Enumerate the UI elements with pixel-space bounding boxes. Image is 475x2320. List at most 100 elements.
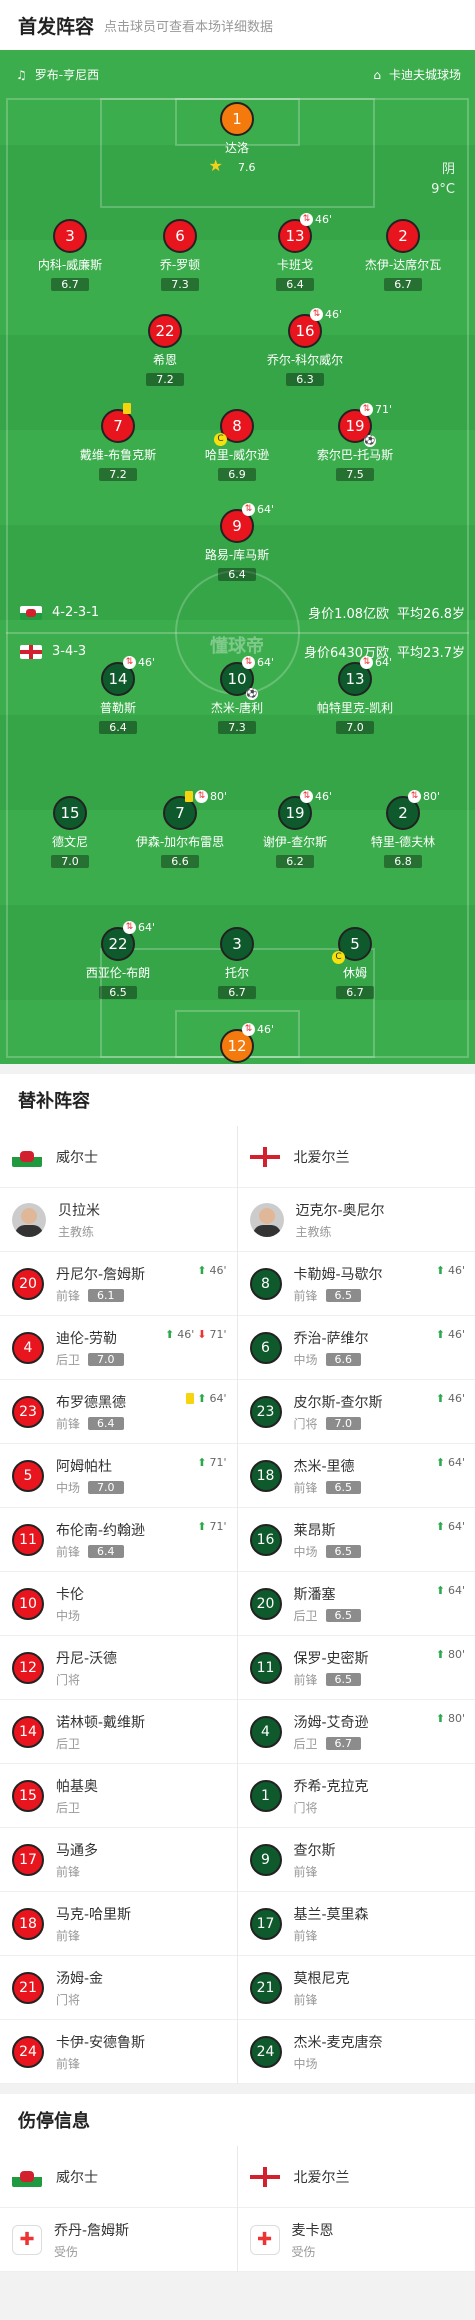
stadium-icon: ⌂ (373, 68, 381, 82)
sub-player-row[interactable]: 12丹尼-沃德门将 (0, 1636, 237, 1700)
sub-player-row[interactable]: 24卡伊-安德鲁斯前锋 (0, 2020, 237, 2084)
injury-row[interactable]: ✚麦卡恩受伤 (238, 2208, 475, 2272)
event-markers: ⇅64' (360, 656, 392, 669)
sub-player-row[interactable]: 1乔希-克拉克门将 (238, 1764, 475, 1828)
rating-wrap: 6.2 (240, 850, 350, 869)
sub-player-row[interactable]: 16莱昂斯中场6.5⬆64' (238, 1508, 475, 1572)
event-markers: ⇅71' (360, 403, 392, 416)
player-position: 前锋 (56, 2055, 80, 2072)
jersey-number: 1 (250, 1780, 282, 1812)
sub-player-row[interactable]: 15帕基奥后卫 (0, 1764, 237, 1828)
injury-row[interactable]: ✚乔丹-詹姆斯受伤 (0, 2208, 237, 2272)
player-rating: 6.6 (161, 855, 199, 868)
away-coach[interactable]: 迈克尔-奥尼尔主教练 (238, 1188, 475, 1252)
home-player[interactable]: 7戴维-布鲁克斯7.2 (63, 409, 173, 482)
sub-player-row[interactable]: 23布罗德黑德前锋6.4⬆64' (0, 1380, 237, 1444)
rating-wrap: 7.0 (300, 716, 410, 735)
sub-player-row[interactable]: 20斯潘塞后卫6.5⬆64' (238, 1572, 475, 1636)
jersey-number: 6 (250, 1332, 282, 1364)
sub-player-row[interactable]: 21汤姆-金门将 (0, 1956, 237, 2020)
sub-player-row[interactable]: 24杰米-麦克唐奈中场 (238, 2020, 475, 2084)
sub-player-row[interactable]: 8卡勒姆-马歇尔前锋6.5⬆46' (238, 1252, 475, 1316)
home-player[interactable]: 1达洛★ 7.6 (182, 102, 292, 175)
sub-player-row[interactable]: 18杰米-里德前锋6.5⬆64' (238, 1444, 475, 1508)
home-player[interactable]: 3内科-威廉斯6.7 (15, 219, 125, 292)
home-player[interactable]: 2杰伊-达席尔瓦6.7 (348, 219, 458, 292)
away-flag-icon (20, 645, 42, 659)
sub-player-row[interactable]: 4汤姆-艾奇逊后卫6.7⬆80' (238, 1700, 475, 1764)
injuries-grid: 威尔士 ✚乔丹-詹姆斯受伤 北爱尔兰 ✚麦卡恩受伤 (0, 2146, 475, 2272)
sub-player-row[interactable]: 9查尔斯前锋 (238, 1828, 475, 1892)
sub-in-minute: 46' (177, 1328, 194, 1341)
home-player[interactable]: 8C哈里-威尔逊6.9 (182, 409, 292, 482)
player-name: 帕特里克-凯利 (300, 699, 410, 716)
player-rating: 6.7 (218, 986, 256, 999)
sub-in-minute: 71' (209, 1520, 226, 1533)
jersey-number: 16 (250, 1524, 282, 1556)
sub-player-row[interactable]: 6乔治-萨维尔中场6.6⬆46' (238, 1316, 475, 1380)
sub-player-row[interactable]: 23皮尔斯-查尔斯门将7.0⬆46' (238, 1380, 475, 1444)
sub-player-row[interactable]: 17马通多前锋 (0, 1828, 237, 1892)
wales-flag-icon (20, 606, 42, 620)
home-player[interactable]: 16⇅46'乔尔-科尔威尔6.3 (250, 314, 360, 387)
jersey-number: 7 (101, 409, 135, 443)
player-name: 乔希-克拉克 (294, 1776, 369, 1796)
home-player[interactable]: 6乔-罗顿7.3 (125, 219, 235, 292)
injury-status: 受伤 (54, 2243, 129, 2260)
sub-player-row[interactable]: 11保罗-史密斯前锋6.5⬆80' (238, 1636, 475, 1700)
player-rating: 6.4 (99, 721, 137, 734)
injuries-home-column: 威尔士 ✚乔丹-詹姆斯受伤 (0, 2146, 238, 2272)
player-name: 丹尼尔-詹姆斯 (56, 1264, 145, 1284)
sub-player-row[interactable]: 17基兰-莫里森前锋 (238, 1892, 475, 1956)
sub-events: ⬆71' (197, 1520, 226, 1533)
player-name: 迪伦-劳勒 (56, 1328, 124, 1348)
player-name: 斯潘塞 (294, 1584, 362, 1604)
jersey-number: 18 (250, 1460, 282, 1492)
away-player[interactable]: 15德文尼7.0 (15, 796, 125, 869)
sub-player-row[interactable]: 20丹尼尔-詹姆斯前锋6.1⬆46' (0, 1252, 237, 1316)
jersey-number: 22 (148, 314, 182, 348)
player-name: 达洛 (182, 139, 292, 156)
player-position: 中场 (294, 1351, 318, 1368)
sub-player-row[interactable]: 14诺林顿-戴维斯后卫 (0, 1700, 237, 1764)
player-position: 中场 (294, 2055, 318, 2072)
home-formation-bar: 4-2-3-1 身价1.08亿欧 平均26.8岁 (20, 603, 465, 622)
home-player[interactable]: 19⚽⇅71'索尔巴-托马斯7.5 (300, 409, 410, 482)
home-player[interactable]: 9⇅64'路易-库马斯6.4 (182, 509, 292, 582)
sub-in-icon: ⬆ (436, 1648, 445, 1661)
event-markers: ⇅64' (123, 921, 155, 934)
captain-icon: C (214, 433, 227, 446)
sub-player-row[interactable]: 5阿姆帕杜中场7.0⬆71' (0, 1444, 237, 1508)
away-player[interactable]: 12⇅46'康纳-哈泽德6.5 (182, 1029, 292, 1064)
away-player[interactable]: 5C休姆6.7 (300, 927, 410, 1000)
subs-home-team: 威尔士 (0, 1126, 237, 1188)
away-player[interactable]: 10⚽⇅64'杰米-唐利7.3 (182, 662, 292, 735)
sub-out-icon: ⇅ (242, 503, 255, 516)
sub-player-row[interactable]: 21莫根尼克前锋 (238, 1956, 475, 2020)
away-player[interactable]: 14⇅46'普勒斯6.4 (63, 662, 173, 735)
player-rating: 7.5 (336, 468, 374, 481)
away-player[interactable]: 7⇅80'伊森-加尔布雷思6.6 (125, 796, 235, 869)
jersey-number: 21 (12, 1972, 44, 2004)
away-player[interactable]: 13⇅64'帕特里克-凯利7.0 (300, 662, 410, 735)
player-name: 莱昂斯 (294, 1520, 362, 1540)
player-rating: 6.3 (286, 373, 324, 386)
away-player[interactable]: 19⇅46'谢伊-查尔斯6.2 (240, 796, 350, 869)
home-coach[interactable]: 贝拉米主教练 (0, 1188, 237, 1252)
player-rating: 7.3 (218, 721, 256, 734)
player-position: 前锋 (294, 1991, 318, 2008)
player-name: 托尔 (182, 964, 292, 981)
away-player[interactable]: 22⇅64'西亚伦-布朗6.5 (63, 927, 173, 1000)
player-rating: 7.2 (99, 468, 137, 481)
sub-player-row[interactable]: 4迪伦-劳勒后卫7.0⬆46'⬇71' (0, 1316, 237, 1380)
sub-player-row[interactable]: 11布伦南-约翰逊前锋6.4⬆71' (0, 1508, 237, 1572)
player-name: 乔治-萨维尔 (294, 1328, 369, 1348)
injuries-away-team: 北爱尔兰 (238, 2146, 475, 2208)
home-player[interactable]: 22希恩7.2 (110, 314, 220, 387)
sub-player-row[interactable]: 10卡伦中场 (0, 1572, 237, 1636)
sub-out-icon: ⇅ (123, 656, 136, 669)
away-player[interactable]: 2⇅80'特里-德夫林6.8 (348, 796, 458, 869)
home-player[interactable]: 13⇅46'卡班戈6.4 (240, 219, 350, 292)
away-player[interactable]: 3托尔6.7 (182, 927, 292, 1000)
sub-player-row[interactable]: 18马克-哈里斯前锋 (0, 1892, 237, 1956)
